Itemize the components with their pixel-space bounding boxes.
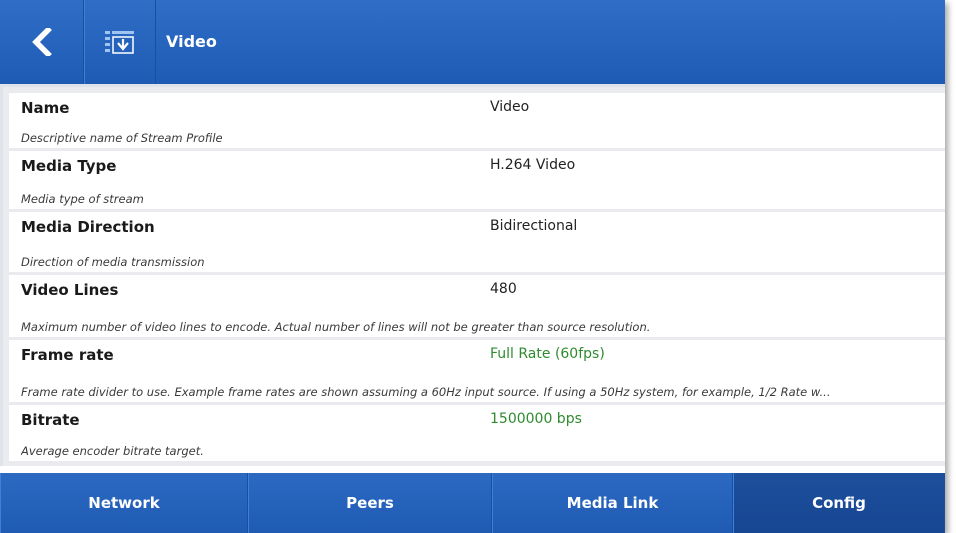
chevron-left-icon (31, 28, 52, 56)
setting-row-media-direction[interactable]: Media Direction Bidirectional Direction … (9, 212, 945, 272)
setting-value[interactable]: 1500000 bps (490, 411, 582, 427)
setting-label: Media Type (21, 157, 117, 175)
setting-row-name[interactable]: Name Video Descriptive name of Stream Pr… (9, 93, 945, 148)
setting-value[interactable]: H.264 Video (490, 157, 575, 173)
setting-row-frame-rate[interactable]: Frame rate Full Rate (60fps) Frame rate … (9, 340, 945, 402)
tab-network[interactable]: Network (0, 473, 248, 533)
app-frame: Video Name Video Descriptive name of Str… (0, 0, 945, 533)
setting-value[interactable]: 480 (490, 281, 517, 297)
setting-value[interactable]: Full Rate (60fps) (490, 346, 605, 362)
setting-label: Name (21, 99, 70, 117)
back-button[interactable] (0, 0, 84, 84)
settings-list: Name Video Descriptive name of Stream Pr… (0, 87, 945, 466)
setting-label: Frame rate (21, 346, 114, 364)
setting-description: Maximum number of video lines to encode.… (21, 320, 651, 334)
setting-description: Frame rate divider to use. Example frame… (21, 385, 831, 399)
stream-profile-download-icon (105, 31, 134, 54)
setting-label: Video Lines (21, 281, 119, 299)
tab-config[interactable]: Config (733, 473, 945, 533)
setting-description: Media type of stream (21, 192, 144, 206)
setting-description: Direction of media transmission (21, 255, 205, 269)
setting-description: Average encoder bitrate target. (21, 444, 204, 458)
page-title: Video (166, 32, 217, 51)
tab-peers[interactable]: Peers (248, 473, 492, 533)
setting-description: Descriptive name of Stream Profile (21, 131, 223, 145)
setting-label: Bitrate (21, 411, 80, 429)
setting-value[interactable]: Bidirectional (490, 218, 577, 234)
setting-row-bitrate[interactable]: Bitrate 1500000 bps Average encoder bitr… (9, 405, 945, 461)
setting-row-media-type[interactable]: Media Type H.264 Video Media type of str… (9, 151, 945, 209)
setting-row-video-lines[interactable]: Video Lines 480 Maximum number of video … (9, 275, 945, 337)
bottom-nav: Network Peers Media Link Config (0, 473, 945, 533)
header-bar: Video (0, 0, 945, 87)
tab-media-link[interactable]: Media Link (492, 473, 733, 533)
stream-profile-button[interactable] (84, 0, 156, 84)
setting-label: Media Direction (21, 218, 155, 236)
setting-value[interactable]: Video (490, 99, 529, 115)
